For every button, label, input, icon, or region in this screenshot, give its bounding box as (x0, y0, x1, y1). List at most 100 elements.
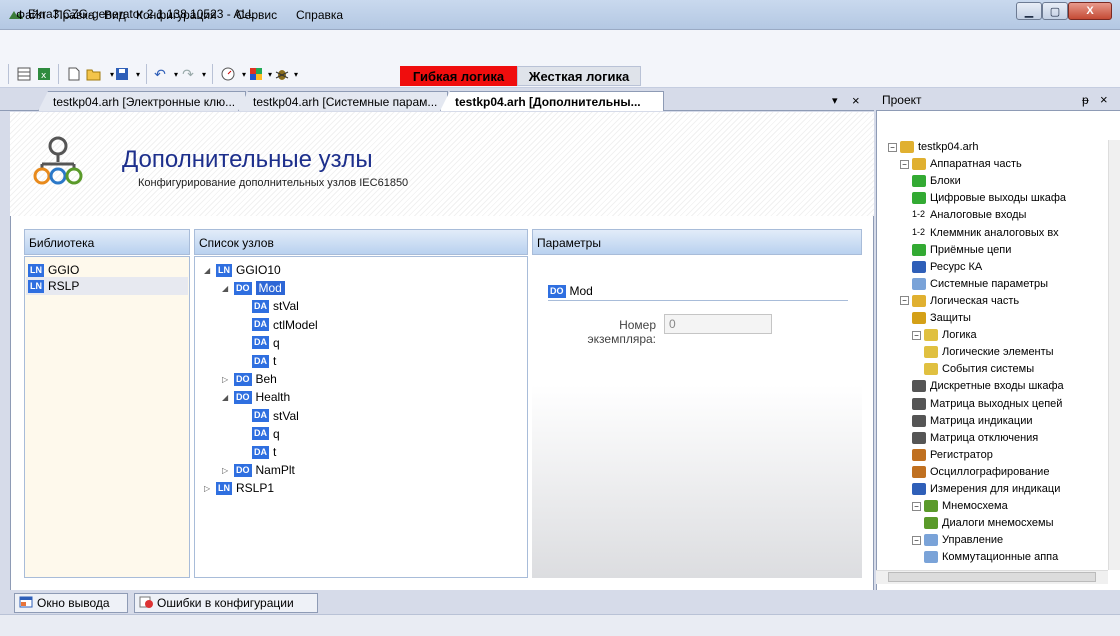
library-item-label: RSLP (48, 279, 80, 293)
project-tree-item[interactable]: − Мнемосхема (912, 498, 1008, 514)
project-tree-item[interactable]: Приёмные цепи (912, 242, 1011, 258)
project-tree-label: Аналоговые входы (930, 209, 1027, 222)
tree-node-ln[interactable]: ◢ LN GGIO10 (204, 261, 281, 279)
project-vertical-scrollbar[interactable] (1108, 140, 1120, 570)
tree-item-icon (912, 294, 926, 307)
project-tree-item[interactable]: Матрица отключения (912, 430, 1038, 446)
tree-node-do[interactable]: ◢ DO Health (222, 388, 290, 406)
expander-icon[interactable]: ▷ (204, 484, 216, 493)
instance-number-field[interactable]: 0 (664, 314, 772, 334)
save-icon[interactable] (114, 66, 130, 82)
collapse-icon[interactable]: − (900, 159, 909, 169)
project-tree-item[interactable]: − Управление (912, 532, 1003, 548)
project-tree-item[interactable]: Регистратор (912, 447, 993, 463)
project-tree-item[interactable]: Цифровые выходы шкафа (912, 190, 1066, 206)
project-tree-item[interactable]: Логические элементы (924, 344, 1054, 360)
project-tree-item[interactable]: 1-2 Клеммник аналоговых вх (912, 225, 1059, 241)
collapse-icon[interactable]: − (888, 142, 897, 152)
tab-config-errors[interactable]: Ошибки в конфигурации (134, 593, 318, 613)
redo-dropdown-icon[interactable]: ▾ (196, 66, 212, 82)
tree-node-label: Mod (255, 281, 285, 296)
project-tree-item[interactable]: 1-2 Аналоговые входы (912, 207, 1026, 223)
menu-configuration[interactable]: Конфигурация (136, 8, 217, 22)
gauge-icon[interactable] (220, 66, 236, 82)
da-badge: DA (252, 409, 269, 423)
project-tree-label: Логические элементы (942, 346, 1054, 359)
open-folder-icon[interactable] (86, 66, 102, 82)
tab-close-button[interactable]: × (852, 93, 860, 108)
tree-node-da[interactable]: DA q (240, 425, 280, 443)
minimize-button[interactable]: ▁ (1016, 2, 1042, 20)
expander-icon[interactable]: ▷ (222, 375, 234, 384)
hard-logic-button[interactable]: Жесткая логика (517, 66, 641, 86)
tab-output-window[interactable]: Окно вывода (14, 593, 128, 613)
project-tree-item[interactable]: Защиты (912, 310, 971, 326)
tree-node-da[interactable]: DA ctlModel (240, 316, 318, 334)
flex-logic-button[interactable]: Гибкая логика (400, 66, 517, 86)
da-badge: DA (252, 336, 269, 350)
menu-service[interactable]: Сервис (236, 8, 277, 22)
tree-node-da[interactable]: DA t (240, 352, 276, 370)
library-item-rslp[interactable]: LN RSLP (26, 277, 188, 295)
do-badge: DO (548, 284, 566, 298)
collapse-icon[interactable]: − (912, 330, 921, 340)
save-dropdown-icon[interactable]: ▾ (130, 66, 146, 82)
project-tree-item[interactable]: События системы (924, 361, 1034, 377)
undo-icon[interactable]: ↶ (152, 66, 168, 82)
tree-item-icon (912, 380, 926, 393)
bug-dropdown-icon[interactable]: ▾ (288, 66, 304, 82)
project-tree-item[interactable]: Коммутационные аппа (924, 549, 1058, 565)
project-tree-item[interactable]: Системные параметры (912, 276, 1048, 292)
project-tree-item[interactable]: Матрица индикации (912, 413, 1032, 429)
project-tree-item[interactable]: − testkp04.arh (888, 139, 979, 155)
menu-view[interactable]: Вид (104, 8, 126, 22)
tree-node-da[interactable]: DA q (240, 334, 280, 352)
tab-electronic-keys[interactable]: testkp04.arh [Электронные клю... (38, 91, 246, 111)
tree-item-icon (912, 243, 926, 256)
tab-system-params[interactable]: testkp04.arh [Системные парам... (238, 91, 448, 111)
project-tree-label: Цифровые выходы шкафа (930, 192, 1067, 205)
collapse-icon[interactable]: − (900, 296, 909, 306)
project-tree-item[interactable]: Блоки (912, 173, 961, 189)
tree-item-icon (912, 397, 926, 410)
expander-icon[interactable]: ◢ (222, 284, 234, 293)
project-tree-item[interactable]: − Логика (912, 327, 977, 343)
tree-node-ln[interactable]: ▷ LN RSLP1 (204, 479, 274, 497)
pin-icon[interactable]: ᵽ (1082, 93, 1089, 107)
tree-node-da[interactable]: DA stVal (240, 297, 299, 315)
menu-file[interactable]: Файл (16, 8, 46, 22)
collapse-icon[interactable]: − (912, 501, 921, 511)
project-close-button[interactable]: × (1100, 92, 1108, 107)
tree-node-da[interactable]: DA t (240, 443, 276, 461)
menu-edit[interactable]: Правка (54, 8, 95, 22)
close-window-button[interactable]: X (1068, 2, 1112, 20)
project-tree-item[interactable]: − Логическая часть (900, 293, 1019, 309)
project-tree-item[interactable]: Ресурс КА (912, 259, 982, 275)
tree-item-icon (924, 363, 938, 376)
collapse-icon[interactable]: − (912, 535, 921, 545)
scrollbar-thumb[interactable] (888, 572, 1096, 582)
expander-icon[interactable]: ◢ (204, 266, 216, 275)
project-tree-label: Логика (942, 329, 977, 342)
tab-list-dropdown[interactable]: ▾ (832, 94, 838, 107)
tree-node-do[interactable]: ▷ DO Beh (222, 370, 277, 388)
excel-icon[interactable]: x (36, 66, 52, 82)
new-file-icon[interactable] (66, 66, 82, 82)
redo-icon[interactable]: ↷ (180, 66, 196, 82)
maximize-button[interactable]: ▢ (1042, 2, 1068, 20)
project-tree-item[interactable]: − Аппаратная часть (900, 156, 1022, 172)
svg-text:x: x (41, 71, 47, 81)
expander-icon[interactable]: ◢ (222, 393, 234, 402)
project-tree-item[interactable]: Осциллографирование (912, 464, 1049, 480)
tree-node-do[interactable]: ◢ DO Mod (222, 279, 285, 297)
tree-node-da[interactable]: DA stVal (240, 407, 299, 425)
tab-additional-nodes[interactable]: testkp04.arh [Дополнительны... (440, 91, 664, 111)
table-icon[interactable] (16, 66, 32, 82)
menu-help[interactable]: Справка (296, 8, 343, 22)
tree-node-do[interactable]: ▷ DO NamPlt (222, 461, 295, 479)
project-tree-item[interactable]: Измерения для индикаци (912, 481, 1060, 497)
project-tree-item[interactable]: Диалоги мнемосхемы (924, 515, 1053, 531)
project-tree-item[interactable]: Дискретные входы шкафа (912, 378, 1064, 394)
expander-icon[interactable]: ▷ (222, 466, 234, 475)
project-tree-item[interactable]: Матрица выходных цепей (912, 396, 1062, 412)
